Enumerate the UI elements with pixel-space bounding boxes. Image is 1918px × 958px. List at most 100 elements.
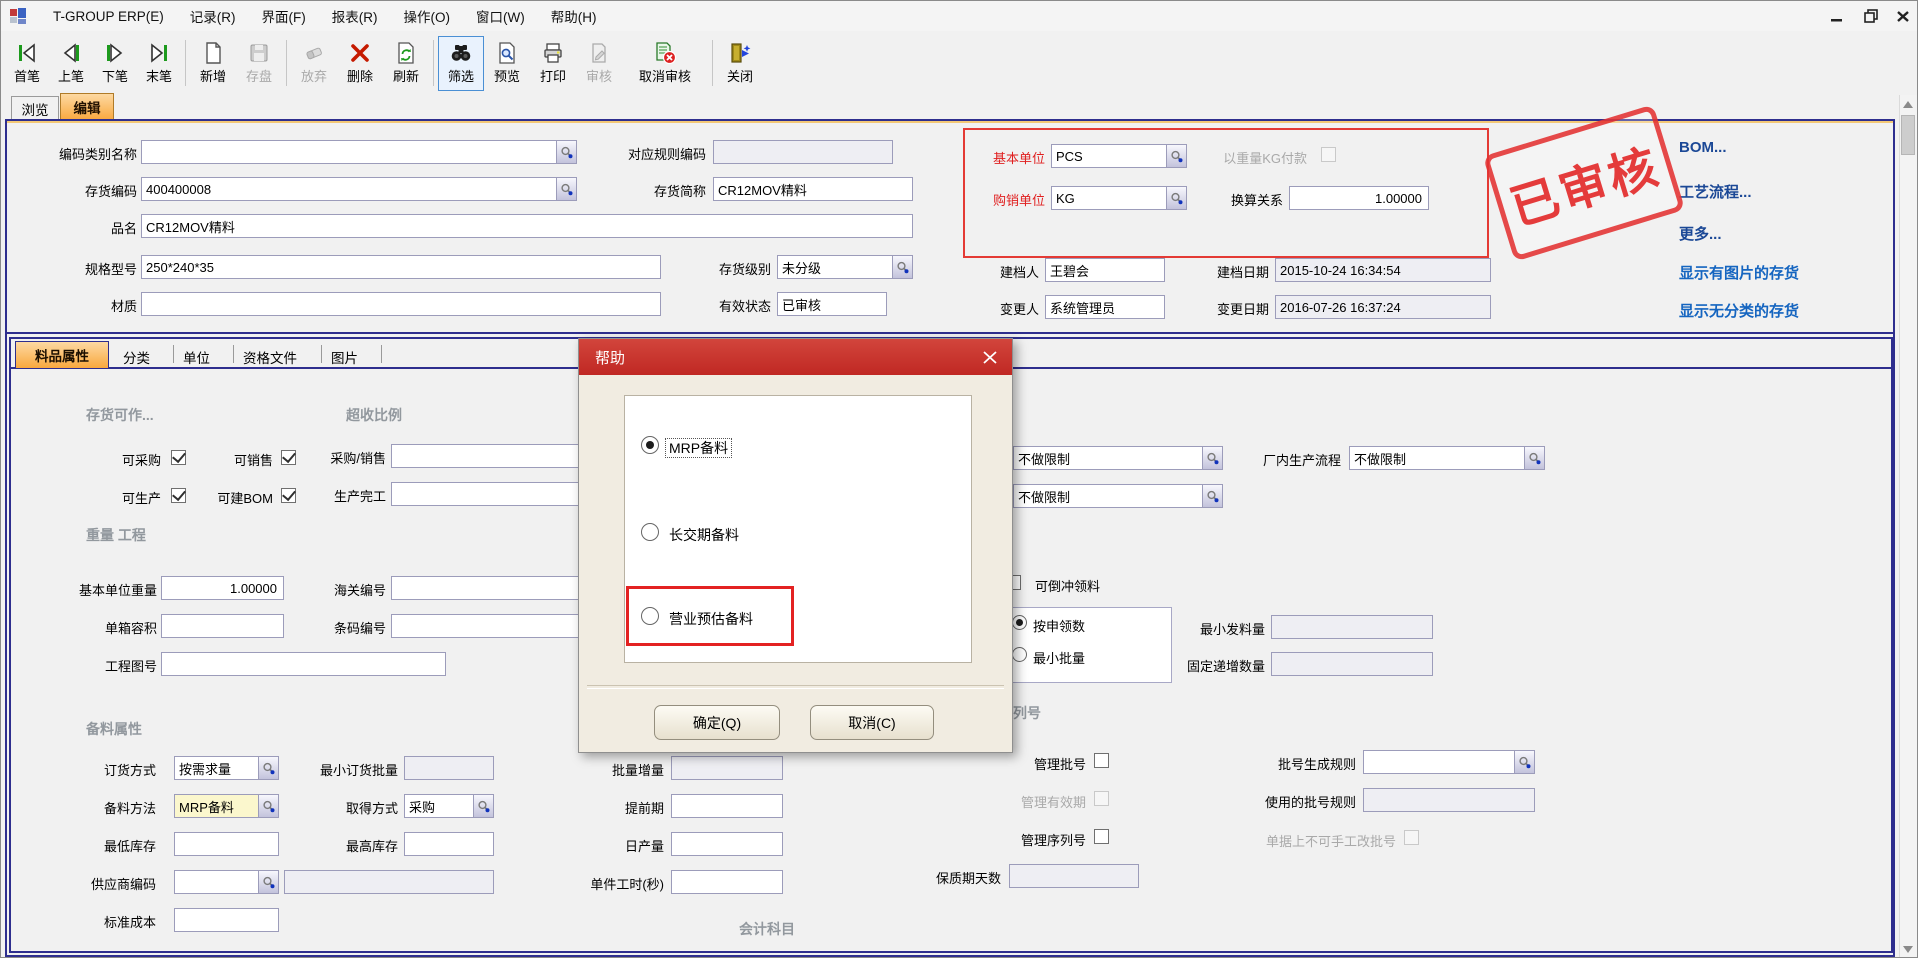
menu-item-interface[interactable]: 界面(F)	[262, 6, 306, 26]
delete-button[interactable]: 删除	[337, 36, 383, 91]
code-category-input[interactable]	[141, 140, 577, 164]
show-with-picture-link[interactable]: 显示有图片的存货	[1679, 262, 1799, 283]
lookup-icon[interactable]	[473, 795, 493, 817]
supplier-code-input[interactable]	[174, 870, 279, 894]
base-unit-input[interactable]: PCS	[1051, 144, 1187, 168]
audit-button[interactable]: 审核	[576, 36, 622, 91]
create-date-input[interactable]: 2015-10-24 16:34:54	[1275, 258, 1491, 282]
used-batch-rule-input[interactable]	[1363, 788, 1535, 812]
long-leadtime-option-radio[interactable]	[641, 523, 659, 541]
box-volume-input[interactable]	[161, 614, 284, 638]
close-window-button[interactable]	[1889, 5, 1917, 27]
no-manual-batch-checkbox[interactable]	[1404, 830, 1419, 845]
close-button[interactable]: 关闭	[717, 36, 763, 91]
sales-forecast-option-radio[interactable]	[641, 607, 659, 625]
sellable-checkbox[interactable]	[281, 450, 296, 465]
lookup-icon[interactable]	[258, 795, 278, 817]
changer-input[interactable]: 系统管理员	[1045, 295, 1165, 319]
subtab-picture[interactable]: 图片	[331, 347, 358, 367]
drawing-number-input[interactable]	[161, 652, 446, 676]
bom-link[interactable]: BOM...	[1679, 139, 1727, 156]
purchasable-checkbox[interactable]	[171, 450, 186, 465]
rule-code-input[interactable]	[713, 140, 893, 164]
next-record-button[interactable]: 下笔	[93, 36, 137, 91]
first-record-button[interactable]: 首笔	[5, 36, 49, 91]
new-button[interactable]: 新增	[190, 36, 236, 91]
minimize-button[interactable]	[1823, 5, 1851, 27]
unit-hour-input[interactable]	[671, 870, 783, 894]
lookup-icon[interactable]	[1202, 447, 1222, 469]
menu-item-report[interactable]: 报表(R)	[332, 6, 378, 26]
batch-increment-input[interactable]	[671, 756, 783, 780]
scroll-up-arrow[interactable]	[1900, 95, 1916, 113]
lookup-icon[interactable]	[1166, 187, 1186, 209]
min-order-input[interactable]	[404, 756, 494, 780]
spec-input[interactable]: 250*240*35	[141, 255, 661, 279]
subtab-qualification[interactable]: 资格文件	[243, 347, 297, 367]
menu-item-record[interactable]: 记录(R)	[190, 6, 236, 26]
cancel-audit-button[interactable]: 取消审核	[622, 36, 708, 91]
tab-edit[interactable]: 编辑	[60, 93, 114, 120]
scrollbar-thumb[interactable]	[1901, 115, 1915, 155]
subtab-classification[interactable]: 分类	[123, 347, 150, 367]
lookup-icon[interactable]	[1202, 485, 1222, 507]
lookup-icon[interactable]	[892, 256, 912, 278]
lookup-icon[interactable]	[258, 757, 278, 779]
leadtime-input[interactable]	[671, 794, 783, 818]
scroll-down-arrow[interactable]	[1900, 940, 1916, 958]
inventory-level-input[interactable]: 未分级	[777, 255, 913, 279]
restore-button[interactable]	[1857, 5, 1885, 27]
prepare-method-input[interactable]: MRP备料	[174, 794, 279, 818]
order-mode-input[interactable]: 按需求量	[174, 756, 279, 780]
menu-item-app[interactable]: T-GROUP ERP(E)	[53, 9, 164, 24]
unit-weight-input[interactable]: 1.00000	[161, 576, 284, 600]
vertical-scrollbar[interactable]	[1899, 95, 1917, 958]
lookup-icon[interactable]	[1166, 145, 1186, 167]
save-button[interactable]: 存盘	[236, 36, 282, 91]
std-cost-input[interactable]	[174, 908, 279, 932]
producible-checkbox[interactable]	[171, 488, 186, 503]
mrp-option-radio[interactable]	[641, 436, 659, 454]
manage-validity-checkbox[interactable]	[1094, 791, 1109, 806]
batch-rule-input[interactable]	[1363, 750, 1535, 774]
supplier-name-input[interactable]	[284, 870, 494, 894]
subtab-item-attributes[interactable]: 料品属性	[15, 341, 109, 368]
by-apply-radio[interactable]	[1012, 615, 1027, 630]
daily-output-input[interactable]	[671, 832, 783, 856]
process-flow-link[interactable]: 工艺流程...	[1679, 181, 1752, 202]
menu-item-window[interactable]: 窗口(W)	[476, 6, 525, 26]
shelf-life-input[interactable]	[1009, 864, 1139, 888]
inventory-abbr-input[interactable]: CR12MOV精料	[713, 177, 913, 201]
lookup-icon[interactable]	[556, 178, 576, 200]
lookup-icon[interactable]	[556, 141, 576, 163]
more-link[interactable]: 更多...	[1679, 223, 1722, 244]
ok-button[interactable]: 确定(Q)	[654, 705, 780, 740]
menu-item-help[interactable]: 帮助(H)	[551, 6, 597, 26]
fixed-increment-input[interactable]	[1271, 652, 1433, 676]
status-input[interactable]: 已审核	[777, 292, 887, 316]
dialog-close-icon[interactable]	[978, 346, 1002, 368]
last-record-button[interactable]: 末笔	[137, 36, 181, 91]
long-leadtime-option-label[interactable]: 长交期备料	[669, 525, 739, 545]
trade-unit-input[interactable]: KG	[1051, 186, 1187, 210]
min-batch-radio[interactable]	[1012, 647, 1027, 662]
product-name-input[interactable]: CR12MOV精料	[141, 214, 913, 238]
discard-button[interactable]: 放弃	[291, 36, 337, 91]
manage-batch-checkbox[interactable]	[1094, 753, 1109, 768]
restriction-input-2[interactable]: 不做限制	[1013, 484, 1223, 508]
conversion-input[interactable]: 1.00000	[1289, 186, 1429, 210]
prev-record-button[interactable]: 上笔	[49, 36, 93, 91]
filter-button[interactable]: 筛选	[438, 36, 484, 91]
show-unclassified-link[interactable]: 显示无分类的存货	[1679, 300, 1799, 321]
print-button[interactable]: 打印	[530, 36, 576, 91]
tab-browse[interactable]: 浏览	[11, 96, 59, 120]
pay-by-kg-checkbox[interactable]	[1321, 147, 1336, 162]
acquire-mode-input[interactable]: 采购	[404, 794, 494, 818]
bom-allowed-checkbox[interactable]	[281, 488, 296, 503]
min-issue-input[interactable]	[1271, 615, 1433, 639]
lookup-icon[interactable]	[1524, 447, 1544, 469]
subtab-unit[interactable]: 单位	[183, 347, 210, 367]
refresh-button[interactable]: 刷新	[383, 36, 429, 91]
material-input[interactable]	[141, 292, 661, 316]
max-stock-input[interactable]	[404, 832, 494, 856]
